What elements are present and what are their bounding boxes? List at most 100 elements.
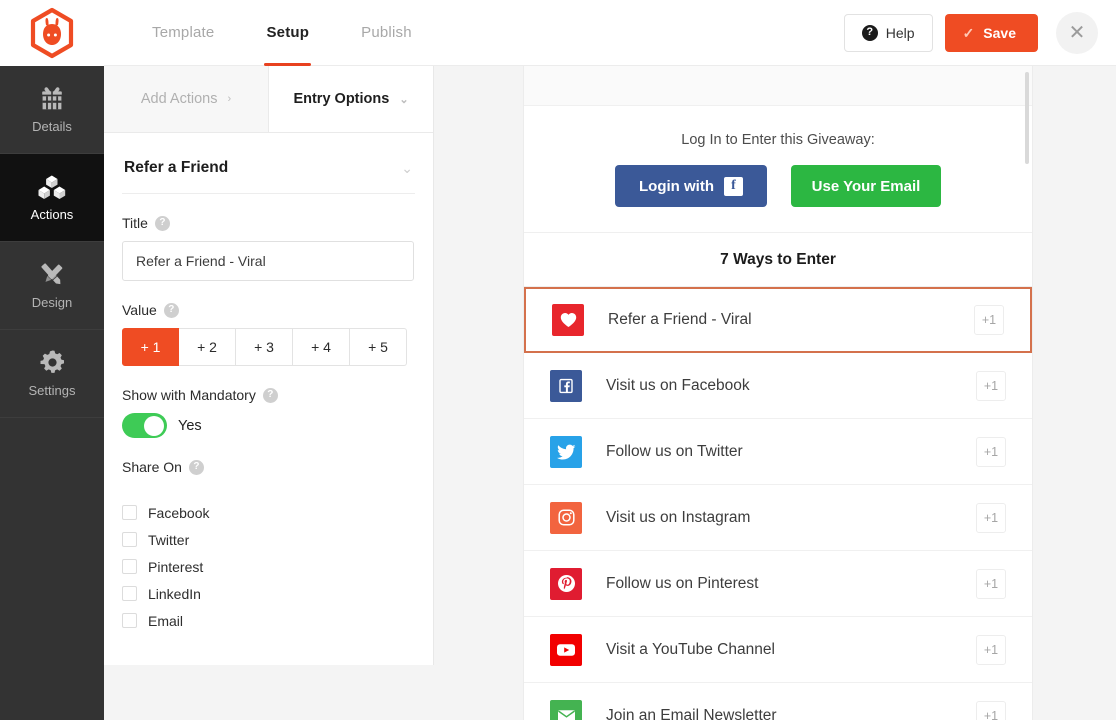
login-with-facebook-label: Login with: [639, 177, 714, 195]
tab-publish[interactable]: Publish: [335, 0, 438, 66]
facebook-icon: [550, 369, 582, 402]
help-button[interactable]: ? Help: [843, 13, 933, 52]
close-icon: ✕: [1068, 22, 1086, 44]
save-button[interactable]: ✓ Save: [944, 13, 1038, 52]
share-option-linkedin[interactable]: LinkedIn: [122, 580, 415, 607]
entry-row-instagram[interactable]: Visit us on Instagram +1: [524, 485, 1032, 551]
subtab-entry-options-label: Entry Options: [293, 91, 390, 107]
app-root: Template Setup Publish ? Help ✓ Save ✕ D…: [0, 0, 1116, 720]
share-option-twitter[interactable]: Twitter: [122, 526, 415, 553]
entry-row-refer-a-friend[interactable]: Refer a Friend - Viral +1: [524, 287, 1032, 353]
share-option-facebook[interactable]: Facebook: [122, 499, 415, 526]
tab-setup-label: Setup: [266, 24, 310, 41]
panel-body: Refer a Friend ⌄ Title ? Value ? + 1 + 2: [104, 133, 433, 634]
tab-setup[interactable]: Setup: [240, 0, 335, 66]
preview-scrollbar-thumb[interactable]: [1025, 72, 1029, 164]
login-block: Log In to Enter this Giveaway: Login wit…: [524, 106, 1032, 233]
save-button-label: Save: [983, 24, 1016, 41]
chevron-right-icon: ›: [227, 93, 232, 105]
value-option-2[interactable]: + 2: [179, 328, 236, 366]
field-share-label-row: Share On ?: [122, 459, 415, 475]
entry-row-youtube[interactable]: Visit a YouTube Channel +1: [524, 617, 1032, 683]
field-value-label-row: Value ?: [122, 302, 415, 318]
value-button-group: + 1 + 2 + 3 + 4 + 5: [122, 328, 415, 366]
checkbox-twitter[interactable]: [122, 532, 137, 547]
login-buttons: Login with f Use Your Email: [524, 165, 1032, 207]
entry-row-pinterest[interactable]: Follow us on Pinterest +1: [524, 551, 1032, 617]
field-share-label: Share On: [122, 459, 182, 475]
entry-label: Follow us on Twitter: [606, 442, 743, 460]
subtab-add-actions-label: Add Actions: [140, 91, 218, 107]
close-button[interactable]: ✕: [1056, 11, 1098, 54]
value-option-1[interactable]: + 1: [122, 328, 179, 366]
chevron-down-icon: ⌄: [399, 93, 409, 106]
share-option-email-label: Email: [148, 612, 184, 629]
envelope-icon: [550, 699, 582, 720]
check-icon: ✓: [962, 24, 975, 41]
paintbrush-pencil-icon: [41, 262, 63, 284]
entry-points-badge: +1: [976, 436, 1006, 467]
share-option-email[interactable]: Email: [122, 607, 415, 634]
help-tooltip-icon[interactable]: ?: [154, 215, 170, 231]
sidebar-rail: Details Actions Design Settings: [0, 66, 104, 720]
entry-label: Follow us on Pinterest: [606, 574, 759, 592]
sidebar-item-design[interactable]: Design: [0, 242, 104, 330]
sidebar-item-design-label: Design: [31, 294, 73, 310]
value-option-1-label: + 1: [140, 339, 161, 355]
entry-row-twitter[interactable]: Follow us on Twitter +1: [524, 419, 1032, 485]
top-bar-actions: ? Help ✓ Save ✕: [843, 11, 1116, 54]
login-with-facebook-button[interactable]: Login with f: [615, 165, 767, 207]
entry-label: Visit us on Instagram: [606, 508, 751, 526]
sidebar-item-details[interactable]: Details: [0, 66, 104, 154]
help-tooltip-icon[interactable]: ?: [188, 459, 204, 475]
value-option-3-label: + 3: [254, 339, 274, 355]
help-tooltip-icon[interactable]: ?: [262, 387, 278, 403]
preview-top-strip: [524, 66, 1032, 106]
youtube-icon: [550, 633, 582, 666]
tab-template[interactable]: Template: [126, 0, 240, 66]
checkbox-pinterest[interactable]: [122, 559, 137, 574]
value-option-5[interactable]: + 5: [350, 328, 407, 366]
share-option-pinterest[interactable]: Pinterest: [122, 553, 415, 580]
field-value: Value ? + 1 + 2 + 3 + 4 + 5: [122, 281, 415, 366]
section-title: Refer a Friend: [124, 159, 229, 176]
checkbox-facebook[interactable]: [122, 505, 137, 520]
use-your-email-button[interactable]: Use Your Email: [791, 165, 941, 207]
section-collapse-chevron-down-icon[interactable]: ⌄: [401, 160, 413, 177]
mandatory-toggle[interactable]: [122, 413, 167, 438]
share-option-pinterest-label: Pinterest: [148, 558, 204, 575]
field-mandatory-label-row: Show with Mandatory ?: [122, 387, 415, 403]
tab-publish-label: Publish: [361, 24, 412, 41]
value-option-3[interactable]: + 3: [236, 328, 293, 366]
main-tabs: Template Setup Publish: [126, 0, 438, 66]
checkbox-linkedin[interactable]: [122, 586, 137, 601]
entry-row-email-newsletter[interactable]: Join an Email Newsletter +1: [524, 683, 1032, 720]
heart-icon: [552, 304, 584, 336]
app-logo[interactable]: [0, 0, 104, 66]
sidebar-item-settings[interactable]: Settings: [0, 330, 104, 418]
sidebar-item-actions[interactable]: Actions: [0, 154, 104, 242]
entry-label: Visit us on Facebook: [606, 376, 750, 394]
entry-points-badge: +1: [976, 568, 1006, 599]
title-input[interactable]: [122, 241, 414, 281]
entry-points-badge: +1: [976, 700, 1006, 720]
section-header-refer-a-friend[interactable]: Refer a Friend ⌄: [122, 133, 415, 194]
value-option-4[interactable]: + 4: [293, 328, 350, 366]
giveaway-preview-panel: Log In to Enter this Giveaway: Login wit…: [523, 66, 1033, 720]
entry-row-facebook[interactable]: Visit us on Facebook +1: [524, 353, 1032, 419]
field-show-with-mandatory: Show with Mandatory ? Yes: [122, 366, 415, 438]
entry-points-badge: +1: [976, 634, 1006, 665]
sidebar-item-settings-label: Settings: [28, 383, 76, 398]
checkbox-email[interactable]: [122, 613, 137, 628]
field-title-label: Title: [122, 215, 148, 231]
rabbit-hexagon-logo-icon: [30, 7, 74, 58]
entry-label: Join an Email Newsletter: [606, 706, 777, 720]
help-tooltip-icon[interactable]: ?: [163, 302, 179, 318]
subtab-add-actions[interactable]: Add Actions ›: [104, 66, 269, 132]
value-option-2-label: + 2: [197, 339, 217, 355]
left-config-panel: Add Actions › Entry Options ⌄ Refer a Fr…: [104, 66, 434, 665]
subtab-entry-options[interactable]: Entry Options ⌄: [269, 66, 433, 132]
value-option-4-label: + 4: [311, 339, 331, 355]
preview-scrollbar[interactable]: [1025, 66, 1031, 720]
sidebar-item-details-label: Details: [32, 118, 72, 134]
